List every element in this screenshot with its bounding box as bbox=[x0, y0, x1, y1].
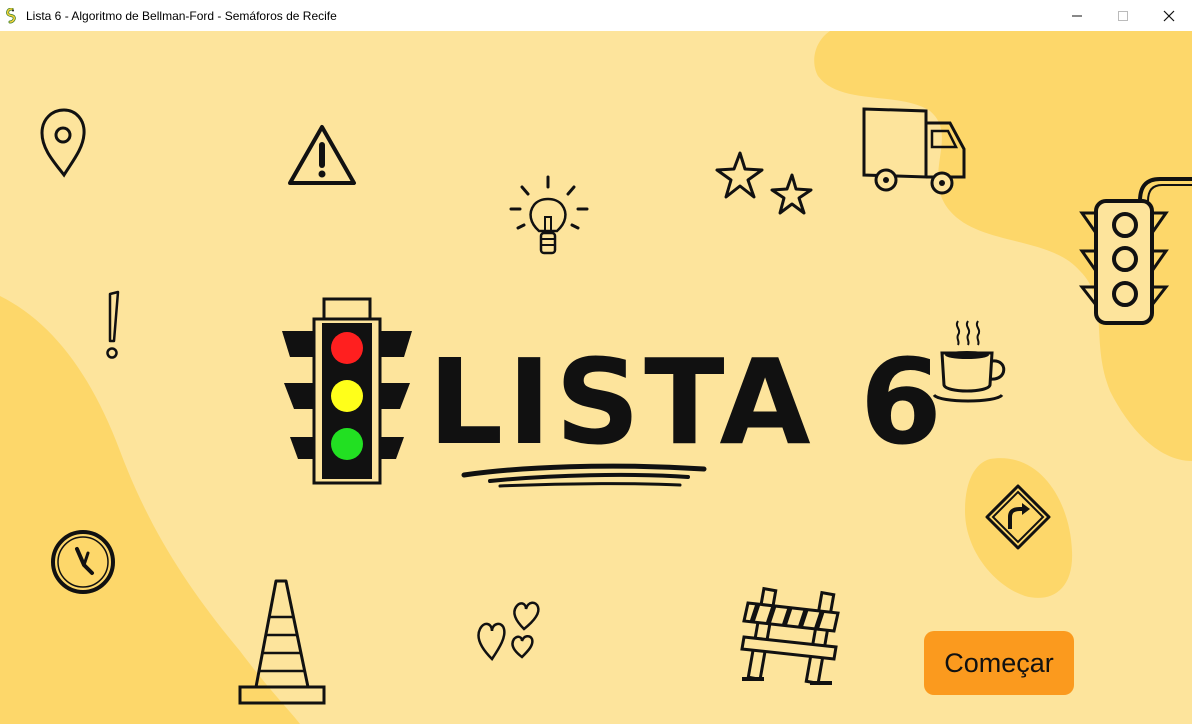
app-window: Lista 6 - Algoritmo de Bellman-Ford - Se… bbox=[0, 0, 1192, 724]
start-button[interactable]: Começar bbox=[924, 631, 1074, 695]
maximize-icon bbox=[1118, 10, 1128, 21]
window-title: Lista 6 - Algoritmo de Bellman-Ford - Se… bbox=[26, 8, 337, 23]
minimize-icon bbox=[1072, 15, 1082, 16]
road-barrier-icon bbox=[740, 586, 840, 686]
minimize-button[interactable] bbox=[1054, 0, 1100, 31]
game-canvas: LISTA 6 Começar bbox=[0, 31, 1192, 724]
stars-icon bbox=[715, 151, 813, 215]
yellow-light-icon bbox=[331, 380, 363, 412]
delivery-truck-icon bbox=[862, 107, 966, 195]
window-controls bbox=[1054, 0, 1192, 31]
light-bulb-icon bbox=[509, 175, 589, 255]
warning-triangle-icon bbox=[288, 125, 356, 185]
close-icon bbox=[1163, 10, 1175, 21]
road-sign-icon bbox=[985, 484, 1051, 550]
exclamation-icon bbox=[106, 290, 120, 359]
traffic-cone-icon bbox=[238, 579, 326, 705]
green-light-icon bbox=[331, 428, 363, 460]
pygame-snake-icon bbox=[6, 7, 16, 23]
close-button[interactable] bbox=[1146, 0, 1192, 31]
title-bar: Lista 6 - Algoritmo de Bellman-Ford - Se… bbox=[0, 0, 1192, 31]
page-title: LISTA 6 bbox=[428, 333, 946, 471]
red-light-icon bbox=[331, 332, 363, 364]
maximize-button[interactable] bbox=[1100, 0, 1146, 31]
location-pin-icon bbox=[40, 108, 86, 178]
main-traffic-light bbox=[282, 297, 412, 485]
compass-icon bbox=[51, 530, 115, 594]
hanging-traffic-light-icon bbox=[1078, 177, 1192, 325]
hearts-icon bbox=[477, 601, 540, 661]
title-underline bbox=[461, 463, 707, 488]
